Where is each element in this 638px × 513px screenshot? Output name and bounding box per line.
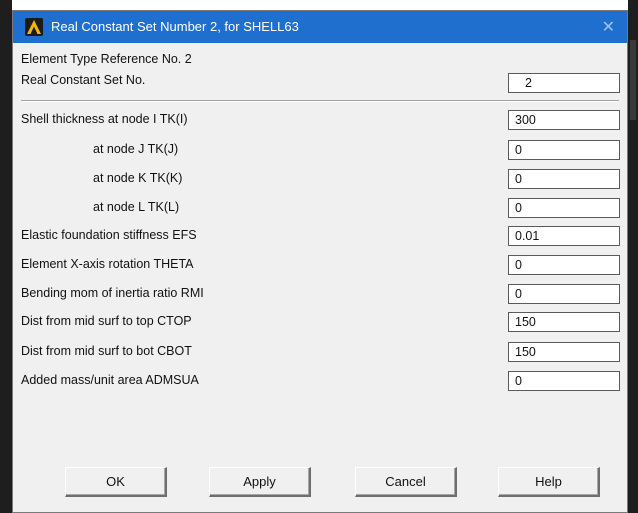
help-button[interactable]: Help <box>498 467 600 497</box>
background-scroll-strip <box>630 40 636 120</box>
field-label-tkl: at node L TK(L) <box>93 200 180 214</box>
tkl-input[interactable] <box>508 198 620 218</box>
field-label-efs: Elastic foundation stiffness EFS <box>21 228 197 242</box>
field-label-cbot: Dist from mid surf to bot CBOT <box>21 344 192 358</box>
real-constant-set-input[interactable] <box>508 73 620 93</box>
field-label-ctop: Dist from mid surf to top CTOP <box>21 314 192 328</box>
tkj-input[interactable] <box>508 140 620 160</box>
close-icon[interactable]: ✕ <box>602 17 615 37</box>
field-label-admsua: Added mass/unit area ADMSUA <box>21 373 199 387</box>
tkk-input[interactable] <box>508 169 620 189</box>
field-label-rmi: Bending mom of inertia ratio RMI <box>21 286 204 300</box>
tki-input[interactable] <box>508 110 620 130</box>
theta-input[interactable] <box>508 255 620 275</box>
field-label-tkj: at node J TK(J) <box>93 142 179 156</box>
cbot-input[interactable] <box>508 342 620 362</box>
cancel-button[interactable]: Cancel <box>355 467 457 497</box>
background-window-left <box>0 0 12 513</box>
ansys-logo-icon <box>25 18 43 36</box>
separator <box>21 100 619 102</box>
window-title: Real Constant Set Number 2, for SHELL63 <box>51 19 299 34</box>
real-constant-dialog: Real Constant Set Number 2, for SHELL63 … <box>12 10 628 513</box>
field-label-theta: Element X-axis rotation THETA <box>21 257 194 271</box>
field-label-tkk: at node K TK(K) <box>93 171 183 185</box>
apply-button[interactable]: Apply <box>209 467 311 497</box>
ok-button[interactable]: OK <box>65 467 167 497</box>
admsua-input[interactable] <box>508 371 620 391</box>
real-constant-set-label: Real Constant Set No. <box>21 73 146 87</box>
efs-input[interactable] <box>508 226 620 246</box>
field-label-tki: Shell thickness at node I TK(I) <box>21 112 188 126</box>
element-type-reference: Element Type Reference No. 2 <box>21 52 192 66</box>
title-bar[interactable]: Real Constant Set Number 2, for SHELL63 … <box>13 11 627 43</box>
ctop-input[interactable] <box>508 312 620 332</box>
rmi-input[interactable] <box>508 284 620 304</box>
